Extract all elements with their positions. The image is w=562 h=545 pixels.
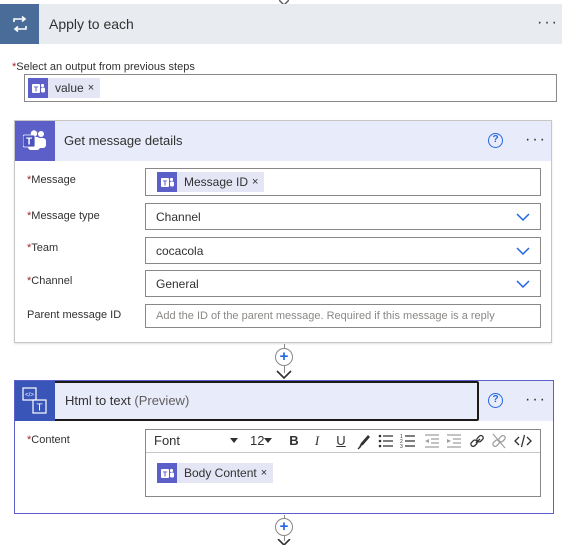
svg-text:T: T: [33, 86, 38, 93]
connector-arrow-icon: [277, 539, 291, 545]
value-token-label: value: [55, 81, 84, 95]
svg-text:T: T: [26, 137, 32, 148]
message-id-token-chip[interactable]: T Message ID ×: [157, 172, 265, 192]
bulleted-list-icon[interactable]: [378, 432, 394, 450]
editor-toolbar: Font 12 B I U 123: [146, 430, 540, 453]
svg-text:T: T: [162, 180, 167, 187]
apply-to-each-more-button[interactable]: ···: [537, 14, 559, 32]
remove-token-button[interactable]: ×: [88, 82, 100, 94]
remove-token-button[interactable]: ×: [261, 467, 273, 479]
team-dropdown[interactable]: cocacola: [145, 237, 541, 264]
underline-button[interactable]: U: [334, 432, 348, 450]
select-output-input[interactable]: T value ×: [24, 74, 557, 102]
channel-dropdown[interactable]: General: [145, 270, 541, 297]
get-message-details-more-button[interactable]: ···: [525, 131, 547, 149]
help-icon[interactable]: ?: [488, 133, 503, 148]
connector-arrow-icon: [276, 370, 292, 379]
remove-link-icon[interactable]: [491, 432, 507, 450]
apply-to-each-header[interactable]: Apply to each ···: [0, 4, 562, 44]
bold-button[interactable]: B: [287, 432, 301, 450]
message-id-token-label: Message ID: [184, 175, 249, 189]
parent-message-id-label: Parent message ID: [27, 309, 122, 321]
help-icon[interactable]: ?: [488, 393, 503, 408]
body-content-token-label: Body Content: [184, 466, 257, 480]
get-message-details-title: Get message details: [64, 133, 183, 148]
html-to-text-title: Html to text (Preview): [65, 393, 190, 408]
loop-icon: [0, 4, 39, 44]
message-field[interactable]: T Message ID ×: [145, 168, 541, 196]
team-value: cocacola: [156, 244, 204, 258]
teams-icon: T: [15, 121, 55, 161]
value-token-chip[interactable]: T value ×: [28, 78, 101, 98]
team-label: *Team: [27, 242, 59, 254]
get-message-details-header[interactable]: T Get message details ? ···: [15, 121, 551, 161]
message-type-value: Channel: [156, 210, 201, 224]
html-to-text-header-extension: ? ···: [479, 381, 553, 421]
remove-token-button[interactable]: ×: [252, 176, 264, 188]
chevron-down-icon: [516, 280, 530, 288]
svg-text:T: T: [36, 403, 42, 414]
html-to-text-card: ? ··· </> T Html to text (Preview) *Cont…: [14, 380, 554, 514]
decrease-indent-icon[interactable]: [424, 432, 440, 450]
message-type-dropdown[interactable]: Channel: [145, 203, 541, 230]
parent-message-id-input[interactable]: Add the ID of the parent message. Requir…: [145, 304, 541, 328]
teams-icon: T: [157, 463, 177, 483]
increase-indent-icon[interactable]: [446, 432, 462, 450]
channel-label: *Channel: [27, 275, 73, 287]
get-message-details-card: T Get message details ? ··· *Message T M…: [14, 120, 552, 343]
svg-text:3: 3: [400, 444, 403, 450]
highlight-pen-icon[interactable]: [357, 432, 371, 450]
parent-message-id-placeholder: Add the ID of the parent message. Requir…: [156, 310, 495, 322]
html-to-text-more-button[interactable]: ···: [525, 391, 547, 409]
content-label: *Content: [27, 434, 70, 446]
apply-to-each-title: Apply to each: [49, 16, 134, 32]
message-label: *Message: [27, 174, 76, 186]
select-output-label: *Select an output from previous steps: [12, 61, 195, 73]
content-rich-text-editor[interactable]: Font 12 B I U 123 T Body Content ×: [145, 429, 541, 497]
channel-value: General: [156, 277, 199, 291]
chevron-down-icon: [516, 247, 530, 255]
font-family-dropdown[interactable]: Font: [154, 432, 238, 450]
message-type-label: *Message type: [27, 210, 100, 222]
font-size-dropdown[interactable]: 12: [250, 432, 278, 450]
teams-icon: T: [28, 78, 48, 98]
svg-text:</>: </>: [25, 393, 34, 399]
insert-link-icon[interactable]: [469, 432, 485, 450]
code-view-icon[interactable]: [514, 432, 532, 450]
body-content-token-chip[interactable]: T Body Content ×: [157, 463, 274, 483]
italic-button[interactable]: I: [310, 432, 324, 450]
teams-icon: T: [157, 172, 177, 192]
html-to-text-header[interactable]: </> T Html to text (Preview): [15, 381, 479, 421]
numbered-list-icon[interactable]: 123: [400, 432, 416, 450]
add-step-icon[interactable]: +: [275, 518, 293, 536]
svg-text:T: T: [162, 471, 167, 478]
html-to-text-icon: </> T: [15, 381, 55, 421]
chevron-down-icon: [516, 213, 530, 221]
add-step-icon[interactable]: +: [275, 348, 293, 366]
